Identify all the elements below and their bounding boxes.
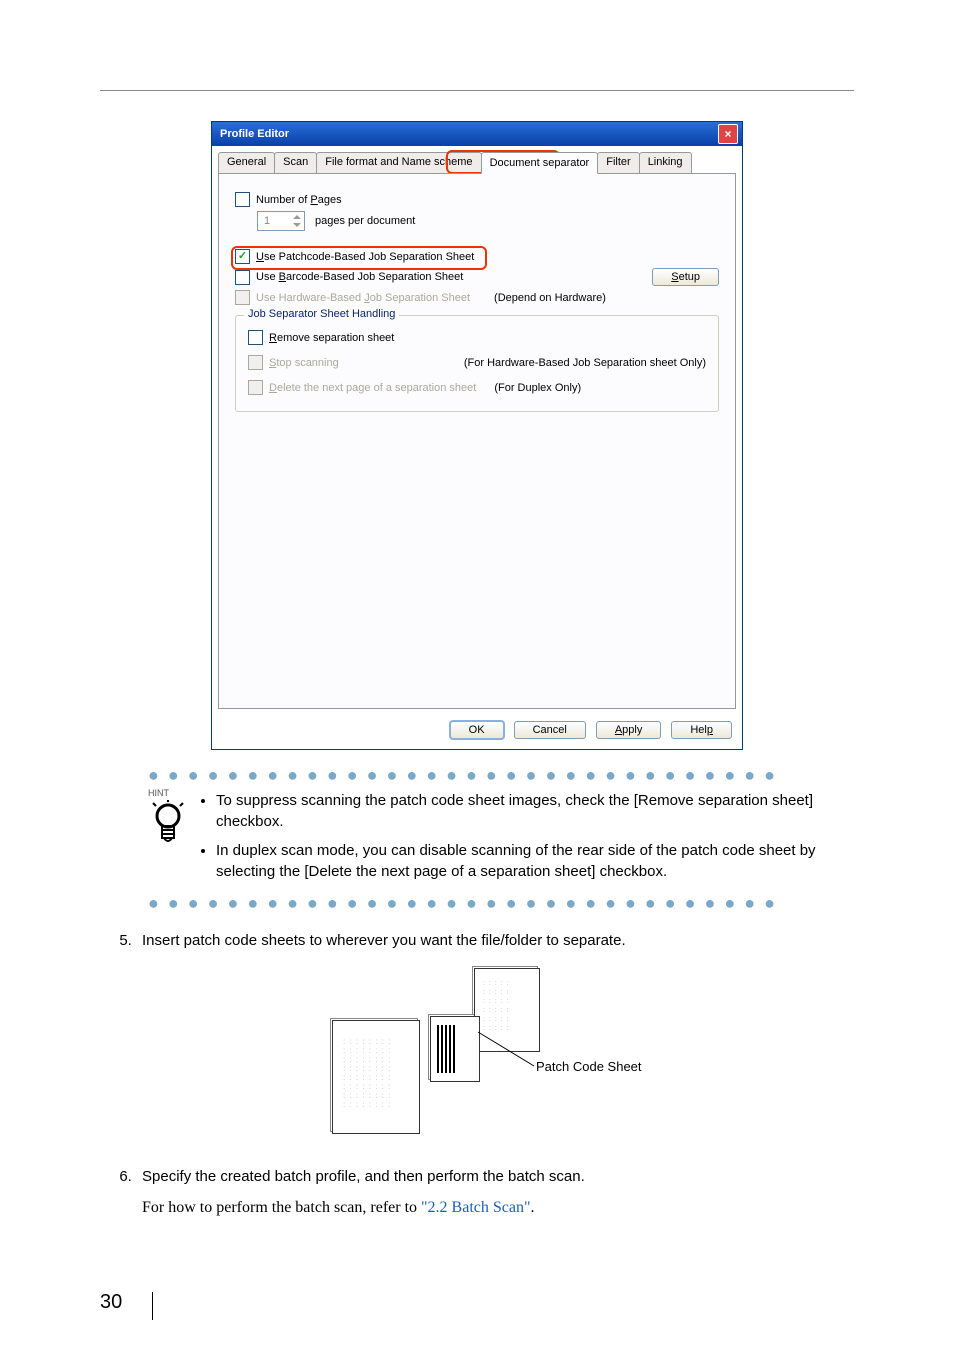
tab-scan[interactable]: Scan — [274, 152, 317, 173]
use-hardware-row: Use Hardware-Based Job Separation Sheet … — [235, 290, 719, 305]
leader-line — [476, 1022, 536, 1072]
step-5: Insert patch code sheets to wherever you… — [136, 930, 854, 1146]
patch-code-label: Patch Code Sheet — [536, 1058, 642, 1077]
tab-strip: General Scan File format and Name scheme… — [212, 146, 742, 173]
remove-sheet-label: Remove separation sheet — [269, 332, 394, 344]
step-6: Specify the created batch profile, and t… — [136, 1166, 854, 1219]
cancel-button[interactable]: Cancel — [514, 721, 586, 739]
use-barcode-checkbox[interactable] — [235, 270, 250, 285]
delete-next-note: (For Duplex Only) — [494, 382, 581, 394]
tab-general[interactable]: General — [218, 152, 275, 173]
use-barcode-label: Use Barcode-Based Job Separation Sheet — [256, 271, 463, 283]
stop-scanning-note: (For Hardware-Based Job Separation sheet… — [464, 357, 706, 369]
pages-per-doc-label: pages per document — [315, 215, 415, 227]
remove-sheet-checkbox[interactable] — [248, 330, 263, 345]
step-6-text: Specify the created batch profile, and t… — [142, 1168, 585, 1185]
group-title: Job Separator Sheet Handling — [244, 308, 399, 320]
illus-page-front: : : : : : : : : : : : : : : : : : : : : … — [332, 1020, 420, 1134]
profile-editor-dialog: Profile Editor × General Scan File forma… — [211, 121, 743, 750]
num-pages-label: Number of Pages — [256, 194, 342, 206]
illus-patch-page — [430, 1016, 480, 1082]
tab-filter[interactable]: Filter — [597, 152, 639, 173]
use-patchcode-label: Use Patchcode-Based Job Separation Sheet — [256, 251, 474, 263]
use-patchcode-row: Use Patchcode-Based Job Separation Sheet — [235, 249, 719, 264]
job-separator-group: Job Separator Sheet Handling Remove sepa… — [235, 315, 719, 412]
delete-next-row: Delete the next page of a separation she… — [248, 380, 706, 395]
hint-list: To suppress scanning the patch code shee… — [216, 788, 854, 890]
use-patchcode-checkbox[interactable] — [235, 249, 250, 264]
step-6-subtext: For how to perform the batch scan, refer… — [142, 1196, 854, 1219]
hardware-note: (Depend on Hardware) — [494, 292, 606, 304]
delete-next-label: Delete the next page of a separation she… — [269, 382, 476, 394]
tab-document-separator[interactable]: Document separator — [481, 152, 599, 174]
tab-file-format[interactable]: File format and Name scheme — [316, 152, 481, 173]
ok-button[interactable]: OK — [450, 721, 504, 739]
page-number-divider — [152, 1292, 153, 1320]
title-bar: Profile Editor × — [212, 122, 742, 146]
window-title: Profile Editor — [216, 128, 718, 140]
pages-spinner[interactable]: 1 — [257, 211, 305, 231]
use-barcode-row: Use Barcode-Based Job Separation Sheet S… — [235, 268, 719, 286]
hint-dots-bottom: ● ● ● ● ● ● ● ● ● ● ● ● ● ● ● ● ● ● ● ● … — [148, 894, 854, 912]
num-pages-checkbox[interactable] — [235, 192, 250, 207]
pages-per-doc-row: 1 pages per document — [235, 211, 719, 231]
tab-linking[interactable]: Linking — [639, 152, 692, 173]
delete-next-checkbox — [248, 380, 263, 395]
setup-button[interactable]: Setup — [652, 268, 719, 286]
stop-scanning-label: Stop scanning — [269, 357, 339, 369]
close-icon[interactable]: × — [718, 124, 738, 144]
remove-sheet-row: Remove separation sheet — [248, 330, 706, 345]
header-rule — [100, 90, 854, 91]
hint-block: ● ● ● ● ● ● ● ● ● ● ● ● ● ● ● ● ● ● ● ● … — [148, 766, 854, 912]
use-hardware-label: Use Hardware-Based Job Separation Sheet — [256, 292, 470, 304]
num-pages-row: Number of Pages — [235, 192, 719, 207]
hint-dots-top: ● ● ● ● ● ● ● ● ● ● ● ● ● ● ● ● ● ● ● ● … — [148, 766, 854, 784]
batch-scan-link[interactable]: "2.2 Batch Scan" — [421, 1199, 530, 1216]
patch-code-illustration: : : : : :: : : : :: : : : :: : : : :: : … — [328, 966, 668, 1146]
hint-icon: HINT — [148, 784, 202, 894]
apply-button[interactable]: Apply — [596, 721, 662, 739]
use-hardware-checkbox — [235, 290, 250, 305]
steps-list: Insert patch code sheets to wherever you… — [108, 930, 854, 1219]
stop-scanning-row: Stop scanning (For Hardware-Based Job Se… — [248, 355, 706, 370]
lightbulb-icon — [148, 800, 188, 844]
hint-item-2: In duplex scan mode, you can disable sca… — [216, 840, 854, 882]
tab-panel: Number of Pages 1 pages per document Use… — [218, 173, 736, 709]
hint-label: HINT — [148, 788, 169, 798]
page-number: 30 — [100, 1291, 122, 1314]
pages-value: 1 — [264, 215, 270, 227]
help-button[interactable]: Help — [671, 721, 732, 739]
spinner-arrows-icon — [292, 214, 302, 228]
stop-scanning-checkbox — [248, 355, 263, 370]
step-5-text: Insert patch code sheets to wherever you… — [142, 932, 626, 949]
dialog-buttons: OK Cancel Apply Help — [212, 715, 742, 749]
hint-item-1: To suppress scanning the patch code shee… — [216, 790, 854, 832]
